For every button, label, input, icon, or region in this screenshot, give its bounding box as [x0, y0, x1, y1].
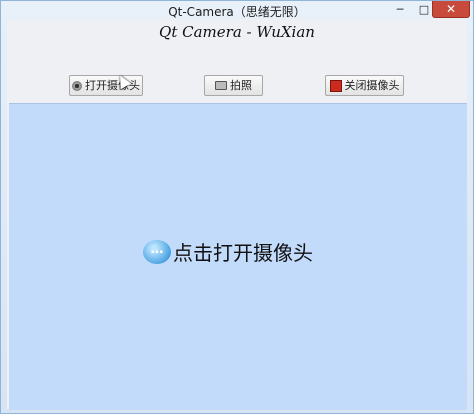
chat-bubble-icon: … [143, 239, 171, 264]
window-title: Qt-Camera（思绪无限） [168, 5, 306, 19]
capture-label: 拍照 [230, 79, 252, 92]
close-camera-label: 关闭摄像头 [344, 79, 400, 92]
title-bar[interactable]: Qt-Camera（思绪无限） ─ □ ✕ [1, 1, 473, 19]
app-heading: Qt Camera - WuXian [159, 23, 315, 41]
close-window-button[interactable]: ✕ [432, 1, 470, 18]
app-window: Qt-Camera（思绪无限） ─ □ ✕ Qt Camera - WuXian… [0, 0, 474, 414]
stop-icon [329, 79, 342, 92]
capture-button[interactable]: 拍照 [204, 75, 263, 96]
open-camera-hint[interactable]: … 点击打开摄像头 [143, 237, 313, 266]
hint-text: 点击打开摄像头 [173, 241, 313, 265]
webcam-icon [72, 80, 82, 91]
open-camera-label: 打开摄像头 [85, 79, 140, 92]
open-camera-button[interactable]: 打开摄像头 [69, 75, 143, 96]
close-camera-button[interactable]: 关闭摄像头 [325, 75, 404, 96]
camera-viewport[interactable]: … 点击打开摄像头 [9, 103, 467, 410]
minimize-button[interactable]: ─ [389, 1, 411, 19]
camera-icon [215, 81, 227, 90]
client-area: Qt Camera - WuXian 打开摄像头 拍照 关闭摄像头 … 点击打开… [7, 19, 467, 410]
